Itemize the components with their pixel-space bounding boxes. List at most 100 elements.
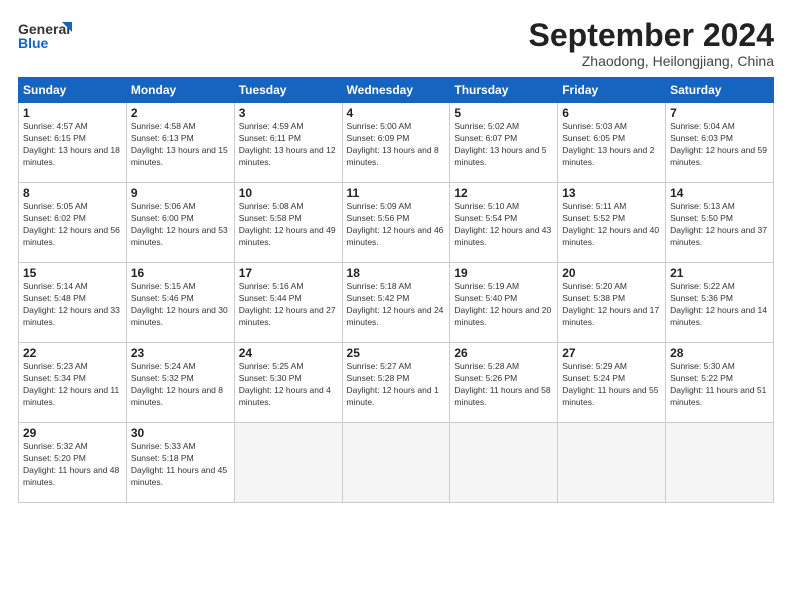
day-info: Sunrise: 4:59 AMSunset: 6:11 PMDaylight:… [239, 121, 338, 169]
weekday-header-thursday: Thursday [450, 78, 558, 103]
day-info: Sunrise: 5:33 AMSunset: 5:18 PMDaylight:… [131, 441, 230, 489]
day-info: Sunrise: 5:32 AMSunset: 5:20 PMDaylight:… [23, 441, 122, 489]
calendar-cell: 19Sunrise: 5:19 AMSunset: 5:40 PMDayligh… [450, 263, 558, 343]
calendar-cell: 12Sunrise: 5:10 AMSunset: 5:54 PMDayligh… [450, 183, 558, 263]
day-info: Sunrise: 5:19 AMSunset: 5:40 PMDaylight:… [454, 281, 553, 329]
calendar-cell: 8Sunrise: 5:05 AMSunset: 6:02 PMDaylight… [19, 183, 127, 263]
calendar-cell: 24Sunrise: 5:25 AMSunset: 5:30 PMDayligh… [234, 343, 342, 423]
calendar-table: SundayMondayTuesdayWednesdayThursdayFrid… [18, 77, 774, 503]
calendar-cell [666, 423, 774, 503]
day-number: 25 [347, 346, 446, 360]
day-number: 2 [131, 106, 230, 120]
calendar-cell: 9Sunrise: 5:06 AMSunset: 6:00 PMDaylight… [126, 183, 234, 263]
day-number: 15 [23, 266, 122, 280]
calendar-cell: 29Sunrise: 5:32 AMSunset: 5:20 PMDayligh… [19, 423, 127, 503]
day-number: 13 [562, 186, 661, 200]
day-info: Sunrise: 5:28 AMSunset: 5:26 PMDaylight:… [454, 361, 553, 409]
day-number: 28 [670, 346, 769, 360]
calendar-cell: 20Sunrise: 5:20 AMSunset: 5:38 PMDayligh… [558, 263, 666, 343]
day-number: 11 [347, 186, 446, 200]
day-number: 21 [670, 266, 769, 280]
weekday-header-wednesday: Wednesday [342, 78, 450, 103]
calendar-cell: 25Sunrise: 5:27 AMSunset: 5:28 PMDayligh… [342, 343, 450, 423]
day-info: Sunrise: 5:23 AMSunset: 5:34 PMDaylight:… [23, 361, 122, 409]
day-info: Sunrise: 4:58 AMSunset: 6:13 PMDaylight:… [131, 121, 230, 169]
day-info: Sunrise: 5:16 AMSunset: 5:44 PMDaylight:… [239, 281, 338, 329]
day-info: Sunrise: 5:20 AMSunset: 5:38 PMDaylight:… [562, 281, 661, 329]
calendar-cell: 18Sunrise: 5:18 AMSunset: 5:42 PMDayligh… [342, 263, 450, 343]
calendar-cell: 10Sunrise: 5:08 AMSunset: 5:58 PMDayligh… [234, 183, 342, 263]
day-number: 27 [562, 346, 661, 360]
day-info: Sunrise: 5:04 AMSunset: 6:03 PMDaylight:… [670, 121, 769, 169]
weekday-header-tuesday: Tuesday [234, 78, 342, 103]
calendar-cell: 4Sunrise: 5:00 AMSunset: 6:09 PMDaylight… [342, 103, 450, 183]
weekday-header-saturday: Saturday [666, 78, 774, 103]
calendar-cell: 7Sunrise: 5:04 AMSunset: 6:03 PMDaylight… [666, 103, 774, 183]
day-info: Sunrise: 5:29 AMSunset: 5:24 PMDaylight:… [562, 361, 661, 409]
day-number: 19 [454, 266, 553, 280]
day-info: Sunrise: 5:08 AMSunset: 5:58 PMDaylight:… [239, 201, 338, 249]
calendar-cell [234, 423, 342, 503]
weekday-header-row: SundayMondayTuesdayWednesdayThursdayFrid… [19, 78, 774, 103]
weekday-header-monday: Monday [126, 78, 234, 103]
calendar-cell: 6Sunrise: 5:03 AMSunset: 6:05 PMDaylight… [558, 103, 666, 183]
calendar-cell: 23Sunrise: 5:24 AMSunset: 5:32 PMDayligh… [126, 343, 234, 423]
day-info: Sunrise: 5:09 AMSunset: 5:56 PMDaylight:… [347, 201, 446, 249]
day-number: 16 [131, 266, 230, 280]
day-number: 10 [239, 186, 338, 200]
day-info: Sunrise: 5:02 AMSunset: 6:07 PMDaylight:… [454, 121, 553, 169]
calendar-cell: 3Sunrise: 4:59 AMSunset: 6:11 PMDaylight… [234, 103, 342, 183]
day-info: Sunrise: 5:06 AMSunset: 6:00 PMDaylight:… [131, 201, 230, 249]
day-info: Sunrise: 5:05 AMSunset: 6:02 PMDaylight:… [23, 201, 122, 249]
day-number: 12 [454, 186, 553, 200]
page: General Blue September 2024 Zhaodong, He… [0, 0, 792, 612]
day-info: Sunrise: 5:30 AMSunset: 5:22 PMDaylight:… [670, 361, 769, 409]
day-number: 26 [454, 346, 553, 360]
calendar-cell: 11Sunrise: 5:09 AMSunset: 5:56 PMDayligh… [342, 183, 450, 263]
day-info: Sunrise: 5:10 AMSunset: 5:54 PMDaylight:… [454, 201, 553, 249]
calendar-cell: 13Sunrise: 5:11 AMSunset: 5:52 PMDayligh… [558, 183, 666, 263]
month-title: September 2024 [529, 18, 774, 53]
day-number: 3 [239, 106, 338, 120]
day-number: 6 [562, 106, 661, 120]
header: General Blue September 2024 Zhaodong, He… [18, 18, 774, 69]
weekday-header-friday: Friday [558, 78, 666, 103]
calendar-cell: 15Sunrise: 5:14 AMSunset: 5:48 PMDayligh… [19, 263, 127, 343]
day-info: Sunrise: 5:18 AMSunset: 5:42 PMDaylight:… [347, 281, 446, 329]
day-info: Sunrise: 5:14 AMSunset: 5:48 PMDaylight:… [23, 281, 122, 329]
calendar-cell: 21Sunrise: 5:22 AMSunset: 5:36 PMDayligh… [666, 263, 774, 343]
calendar-cell: 27Sunrise: 5:29 AMSunset: 5:24 PMDayligh… [558, 343, 666, 423]
calendar-cell: 30Sunrise: 5:33 AMSunset: 5:18 PMDayligh… [126, 423, 234, 503]
calendar-cell: 5Sunrise: 5:02 AMSunset: 6:07 PMDaylight… [450, 103, 558, 183]
calendar-week-4: 22Sunrise: 5:23 AMSunset: 5:34 PMDayligh… [19, 343, 774, 423]
day-info: Sunrise: 5:27 AMSunset: 5:28 PMDaylight:… [347, 361, 446, 409]
day-info: Sunrise: 5:03 AMSunset: 6:05 PMDaylight:… [562, 121, 661, 169]
day-info: Sunrise: 5:25 AMSunset: 5:30 PMDaylight:… [239, 361, 338, 409]
day-number: 23 [131, 346, 230, 360]
day-number: 14 [670, 186, 769, 200]
day-info: Sunrise: 5:22 AMSunset: 5:36 PMDaylight:… [670, 281, 769, 329]
location-subtitle: Zhaodong, Heilongjiang, China [529, 53, 774, 69]
calendar-cell [342, 423, 450, 503]
day-number: 8 [23, 186, 122, 200]
logo: General Blue [18, 18, 74, 61]
day-info: Sunrise: 4:57 AMSunset: 6:15 PMDaylight:… [23, 121, 122, 169]
svg-text:Blue: Blue [18, 35, 49, 51]
logo-icon: General Blue [18, 18, 74, 56]
calendar-week-1: 1Sunrise: 4:57 AMSunset: 6:15 PMDaylight… [19, 103, 774, 183]
day-info: Sunrise: 5:13 AMSunset: 5:50 PMDaylight:… [670, 201, 769, 249]
day-number: 9 [131, 186, 230, 200]
calendar-cell [558, 423, 666, 503]
day-number: 24 [239, 346, 338, 360]
day-info: Sunrise: 5:11 AMSunset: 5:52 PMDaylight:… [562, 201, 661, 249]
day-number: 5 [454, 106, 553, 120]
calendar-week-2: 8Sunrise: 5:05 AMSunset: 6:02 PMDaylight… [19, 183, 774, 263]
calendar-cell: 1Sunrise: 4:57 AMSunset: 6:15 PMDaylight… [19, 103, 127, 183]
calendar-cell: 14Sunrise: 5:13 AMSunset: 5:50 PMDayligh… [666, 183, 774, 263]
calendar-cell: 17Sunrise: 5:16 AMSunset: 5:44 PMDayligh… [234, 263, 342, 343]
day-number: 17 [239, 266, 338, 280]
day-number: 4 [347, 106, 446, 120]
day-number: 20 [562, 266, 661, 280]
day-info: Sunrise: 5:00 AMSunset: 6:09 PMDaylight:… [347, 121, 446, 169]
day-number: 7 [670, 106, 769, 120]
